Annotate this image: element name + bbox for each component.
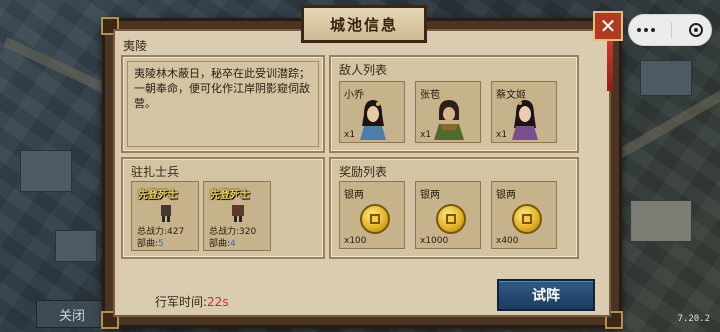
reward-name: 银两 bbox=[420, 190, 440, 201]
garrison-panel: 驻扎士兵 先登死士 总战力:427 部曲:5 先登死士 总战力:320 部曲:4 bbox=[121, 157, 325, 259]
soldier-figure-icon bbox=[161, 197, 171, 222]
soldier-unit: 部曲:5 bbox=[137, 239, 164, 249]
march-time-label: 行军时间: bbox=[155, 295, 208, 309]
city-info-dialog: 夷陵 夷陵林木蔽日，秘卒在此受训潜踪；一朝奉命，便可化作江岸阴影窥伺敌营。 敌人… bbox=[101, 5, 623, 329]
silver-coin-icon bbox=[512, 204, 542, 234]
version-label: 7.20.2 bbox=[677, 314, 710, 324]
enemy-count: x1 bbox=[496, 130, 508, 140]
march-time-value: 22s bbox=[207, 295, 229, 309]
close-icon[interactable]: ✕ bbox=[593, 11, 623, 41]
reward-count: x100 bbox=[344, 236, 367, 246]
city-name: 夷陵 bbox=[123, 39, 148, 53]
soldier-figure-icon bbox=[232, 197, 244, 222]
soldier-card[interactable]: 先登死士 总战力:320 部曲:4 bbox=[203, 181, 271, 251]
enemy-card[interactable]: 小乔 x1 bbox=[339, 81, 405, 143]
reward-name: 银两 bbox=[496, 190, 516, 201]
enemy-card[interactable]: 蔡文姬 x1 bbox=[491, 81, 557, 143]
caiwenji-portrait-icon bbox=[512, 100, 538, 140]
reward-name: 银两 bbox=[344, 190, 364, 201]
reward-card[interactable]: 银两 x1000 bbox=[415, 181, 481, 249]
reward-card[interactable]: 银两 x400 bbox=[491, 181, 557, 249]
dialog-title: 城池信息 bbox=[301, 5, 427, 43]
reward-list-panel: 奖励列表 银两 x100 银两 x1000 银两 x400 bbox=[329, 157, 579, 259]
garrison-title: 驻扎士兵 bbox=[131, 165, 180, 179]
reward-card[interactable]: 银两 x100 bbox=[339, 181, 405, 249]
trial-button[interactable]: 试阵 bbox=[497, 279, 595, 311]
background-close-button[interactable]: 关闭 bbox=[36, 300, 108, 328]
reward-list-title: 奖励列表 bbox=[339, 165, 388, 179]
enemy-count: x1 bbox=[420, 130, 432, 140]
enemy-card[interactable]: 张苞 x1 bbox=[415, 81, 481, 143]
reward-count: x1000 bbox=[420, 236, 449, 246]
enemy-count: x1 bbox=[344, 130, 356, 140]
close-tassel bbox=[607, 41, 613, 91]
city-description: 夷陵林木蔽日，秘卒在此受训潜踪；一朝奉命，便可化作江岸阴影窥伺敌营。 bbox=[127, 61, 319, 147]
silver-coin-icon bbox=[436, 204, 466, 234]
more-dots-icon[interactable] bbox=[637, 28, 656, 32]
march-time: 行军时间:22s bbox=[155, 293, 229, 310]
miniprogram-capsule bbox=[628, 14, 712, 46]
enemy-list-title: 敌人列表 bbox=[339, 63, 388, 77]
xiaoqiao-portrait-icon bbox=[360, 100, 386, 140]
capsule-divider bbox=[671, 22, 673, 38]
target-icon[interactable] bbox=[688, 23, 703, 37]
dialog-body: 夷陵 夷陵林木蔽日，秘卒在此受训潜踪；一朝奉命，便可化作江岸阴影窥伺敌营。 敌人… bbox=[113, 29, 611, 317]
reward-count: x400 bbox=[496, 236, 519, 246]
zhangbao-portrait-icon bbox=[434, 100, 464, 140]
soldier-card[interactable]: 先登死士 总战力:427 部曲:5 bbox=[131, 181, 199, 251]
enemy-list-panel: 敌人列表 小乔 x1 张苞 x1 蔡文姬 x1 bbox=[329, 55, 579, 153]
soldier-unit: 部曲:4 bbox=[209, 239, 236, 249]
city-description-panel: 夷陵林木蔽日，秘卒在此受训潜踪；一朝奉命，便可化作江岸阴影窥伺敌营。 bbox=[121, 55, 325, 153]
silver-coin-icon bbox=[360, 204, 390, 234]
